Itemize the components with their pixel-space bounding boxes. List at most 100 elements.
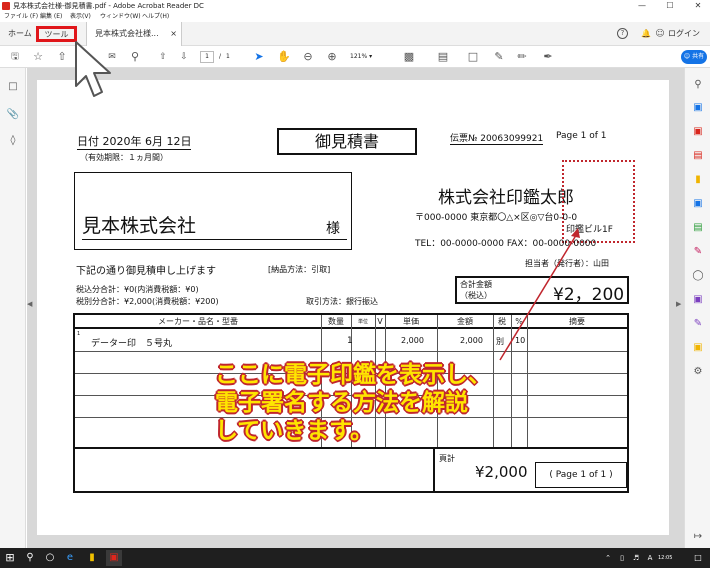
zoom-search-icon[interactable]: ⚲ xyxy=(128,49,142,65)
toolbar: 🖫 ☆ ⇧ ⎙ ✉ ⚲ ⇧ ⇩ 1 / 1 ➤ ✋ ⊖ ⊕ 121% ▾ ▩ ▤… xyxy=(0,46,710,68)
acrobat-taskbar-icon[interactable]: ▣ xyxy=(106,550,122,566)
page-down-icon[interactable]: ⇩ xyxy=(177,49,191,65)
more-tools-icon[interactable]: ⚙ xyxy=(691,365,705,379)
row-percent: 10 xyxy=(515,336,526,345)
header-qty: 数量 xyxy=(328,317,344,326)
help-icon[interactable]: ? xyxy=(617,28,628,39)
total-label-tax: （税込） xyxy=(460,291,492,300)
doc-intro: 下記の通り御見積申し上げます xyxy=(76,266,216,277)
search-icon[interactable]: ⚲ xyxy=(691,78,705,92)
page-number-input[interactable]: 1 xyxy=(200,51,214,63)
row-item-name: データー印 ５号丸 xyxy=(91,339,173,349)
file-explorer-icon[interactable]: ▮ xyxy=(84,550,100,566)
user-icon: ☺ xyxy=(655,29,665,39)
annotation-line-2: 電子署名する方法を解説 xyxy=(215,390,468,416)
doc-address-line1: 〒000-0000 東京都〇△×区◎▽台0-0-0 xyxy=(415,213,578,223)
footer-page-box: ( Page 1 of 1 ) xyxy=(535,462,627,488)
maximize-button[interactable]: ☐ xyxy=(660,0,680,12)
fill-sign-icon[interactable]: ✎ xyxy=(691,245,705,259)
combine-icon[interactable]: ▣ xyxy=(691,197,705,211)
doc-contact: TEL：00-0000-0000 FAX：00-0000-0000 xyxy=(415,239,597,249)
protect-shield-icon[interactable]: ◯ xyxy=(691,269,705,283)
row-qty: 1 xyxy=(347,336,353,346)
page-separator: / xyxy=(219,53,222,60)
ime-indicator[interactable]: A xyxy=(642,550,658,566)
draw-icon[interactable]: ✏ xyxy=(515,49,529,65)
zoom-level-select[interactable]: 121% ▾ xyxy=(350,51,388,63)
doc-date: 日付 2020年 6月 12日 xyxy=(77,135,192,150)
send-review-icon[interactable]: ▣ xyxy=(691,341,705,355)
doc-page: Page 1 of 1 xyxy=(556,131,607,141)
total-amount-box: 合計金額 （税込） ¥2，200 xyxy=(455,276,629,305)
login-link[interactable]: ログイン xyxy=(668,25,700,43)
sign-icon[interactable]: ✒ xyxy=(541,49,555,65)
menu-file[interactable]: ファイル (F) xyxy=(4,12,38,22)
window-title: 見本株式会社様-御見積書.pdf - Adobe Acrobat Reader … xyxy=(13,2,204,10)
share-button[interactable]: ☺ 共有 xyxy=(681,50,707,64)
save-icon[interactable]: 🖫 xyxy=(8,49,22,65)
tab-close-icon[interactable]: × xyxy=(170,22,177,46)
annotation-line-1: ここに電子印鑑を表示し、 xyxy=(215,362,491,388)
row-unit-price: 2,000 xyxy=(401,336,424,345)
doc-representative: 担当者（発行者）：山田 xyxy=(525,259,609,268)
bell-icon[interactable]: 🔔 xyxy=(639,27,653,41)
taskbar-search-icon[interactable]: ⚲ xyxy=(22,550,38,566)
total-value: ¥2，200 xyxy=(553,285,625,305)
tab-tools[interactable]: ツール xyxy=(36,26,77,42)
menu-window[interactable]: ウィンドウ(W) xyxy=(100,12,141,22)
menu-help[interactable]: ヘルプ(H) xyxy=(142,12,169,22)
page-up-icon[interactable]: ⇧ xyxy=(156,49,170,65)
doc-honorific: 様 xyxy=(326,221,340,237)
subtotal-value: ¥2,000 xyxy=(475,463,528,481)
zoom-in-icon[interactable]: ⊕ xyxy=(325,49,339,65)
close-window-button[interactable]: ✕ xyxy=(688,0,708,12)
notification-icon[interactable]: □ xyxy=(690,550,706,566)
tab-document[interactable]: 見本株式会社様... × xyxy=(86,22,182,46)
comment-tool-icon[interactable]: ▮ xyxy=(691,173,705,187)
header-amount: 金額 xyxy=(457,317,473,326)
edge-browser-icon[interactable]: e xyxy=(62,550,78,566)
edit-pdf-icon[interactable]: ▤ xyxy=(691,149,705,163)
upload-cloud-icon[interactable]: ⇧ xyxy=(55,49,69,65)
certificate-icon[interactable]: ✎ xyxy=(691,317,705,331)
comment-icon[interactable]: □ xyxy=(466,49,480,65)
bookmark-star-icon[interactable]: ☆ xyxy=(31,49,45,65)
attachments-icon[interactable]: 📎 xyxy=(6,108,20,122)
header-tax: 税 xyxy=(498,317,506,326)
export-pdf-icon[interactable]: ▣ xyxy=(691,101,705,115)
print-icon[interactable]: ⎙ xyxy=(79,49,93,65)
highlight-pen-icon[interactable]: ✎ xyxy=(492,49,506,65)
tab-home[interactable]: ホーム xyxy=(8,25,32,43)
collapse-pane-icon[interactable]: ↦ xyxy=(691,530,705,544)
menu-bar: ファイル (F) 編集 (E) 表示(V) ウィンドウ(W) ヘルプ(H) xyxy=(0,12,710,22)
collapse-right-icon[interactable]: ▶ xyxy=(676,300,681,308)
create-pdf-icon[interactable]: ▣ xyxy=(691,125,705,139)
row-tax: 別 xyxy=(496,337,504,346)
header-unit-price: 単価 xyxy=(403,317,419,326)
windows-taskbar: ⊞ ⚲ ○ e ▮ ▣ ⌃ ▯ ♬ A 12:05 □ xyxy=(0,548,710,568)
minimize-button[interactable]: — xyxy=(632,0,652,12)
page-total: 1 xyxy=(226,53,230,60)
mail-icon[interactable]: ✉ xyxy=(105,49,119,65)
task-view-icon[interactable]: ○ xyxy=(42,550,58,566)
hand-tool-icon[interactable]: ✋ xyxy=(277,49,291,65)
optimize-icon[interactable]: ▣ xyxy=(691,293,705,307)
menu-edit[interactable]: 編集 (E) xyxy=(40,12,62,22)
collapse-left-icon[interactable]: ◀ xyxy=(27,300,32,308)
share-label: 共有 xyxy=(692,53,705,60)
taskbar-clock[interactable]: 12:05 xyxy=(658,548,672,568)
doc-payment-method: 取引方法：銀行振込 xyxy=(306,297,378,306)
doc-customer-name: 見本株式会社 xyxy=(82,213,347,240)
select-cursor-icon[interactable]: ➤ xyxy=(252,49,266,65)
windows-start-icon[interactable]: ⊞ xyxy=(2,550,18,566)
header-remarks: 摘要 xyxy=(569,317,585,326)
organize-icon[interactable]: ▤ xyxy=(691,221,705,235)
page-thumbnails-icon[interactable]: □ xyxy=(6,80,20,94)
layers-icon[interactable]: ◊ xyxy=(6,134,20,148)
fit-page-icon[interactable]: ▩ xyxy=(402,49,416,65)
menu-view[interactable]: 表示(V) xyxy=(70,12,91,22)
zoom-out-icon[interactable]: ⊖ xyxy=(301,49,315,65)
doc-address-line2: 印鑑ビル1F xyxy=(566,225,613,235)
scroll-mode-icon[interactable]: ▤ xyxy=(436,49,450,65)
right-tools-pane: ⚲ ▣ ▣ ▤ ▮ ▣ ▤ ✎ ◯ ▣ ✎ ▣ ⚙ ↦ xyxy=(684,68,710,548)
